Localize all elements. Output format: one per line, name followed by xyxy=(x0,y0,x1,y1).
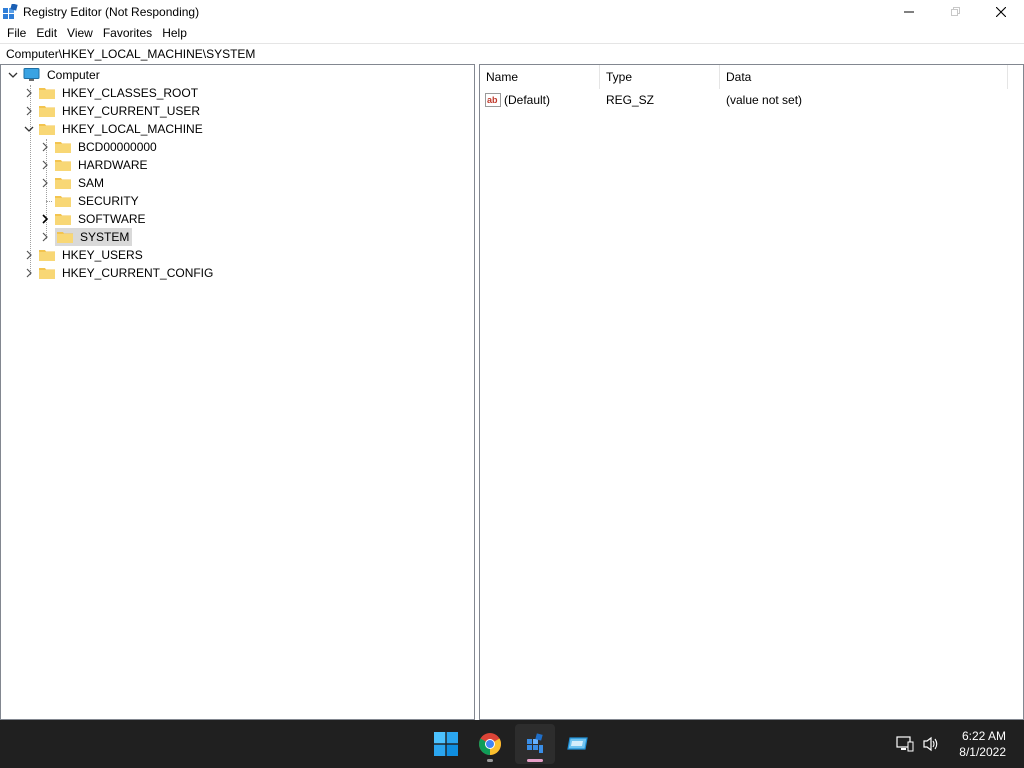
folder-icon xyxy=(55,159,71,171)
tree-item-sam[interactable]: SAM xyxy=(39,174,106,192)
system-tray xyxy=(896,720,940,768)
value-data: (value not set) xyxy=(726,93,803,107)
menu-edit[interactable]: Edit xyxy=(31,23,62,43)
svg-text:ab: ab xyxy=(487,95,498,105)
chevron-down-icon[interactable] xyxy=(7,69,19,81)
regedit-icon xyxy=(2,2,18,20)
menu-bar: File Edit View Favorites Help xyxy=(0,23,1024,43)
tree-item-security[interactable]: SECURITY xyxy=(39,192,141,210)
maximize-button[interactable] xyxy=(932,0,978,23)
value-name: (Default) xyxy=(504,93,551,107)
clock-time: 6:22 AM xyxy=(961,729,1006,743)
tree-pane[interactable]: Computer HKEY_CLASSES_ROOT HKEY_CURRENT_… xyxy=(0,64,475,720)
running-indicator xyxy=(487,759,493,762)
title-bar[interactable]: Registry Editor (Not Responding) xyxy=(0,0,1024,23)
minimize-button[interactable] xyxy=(886,0,932,23)
taskbar-registry-editor[interactable] xyxy=(515,724,555,764)
tree-item-label: SECURITY xyxy=(78,194,139,208)
menu-view[interactable]: View xyxy=(62,23,98,43)
folder-icon xyxy=(55,177,71,189)
column-header: Name Type Data xyxy=(480,65,1023,89)
computer-icon xyxy=(23,68,40,82)
tree-item-hkey-local-machine[interactable]: HKEY_LOCAL_MACHINE xyxy=(23,120,205,138)
folder-icon xyxy=(39,267,55,279)
tree-item-label: Computer xyxy=(47,68,100,82)
chevron-down-icon[interactable] xyxy=(23,123,35,135)
chevron-right-icon[interactable] xyxy=(39,231,51,243)
taskbar-remote-desktop[interactable] xyxy=(558,724,598,764)
column-header-data[interactable]: Data xyxy=(720,65,1008,89)
value-name-cell: ab (Default) xyxy=(480,93,600,107)
chevron-right-icon[interactable] xyxy=(23,105,35,117)
tree-item-label: HKEY_CURRENT_CONFIG xyxy=(62,266,214,280)
tree-item-software[interactable]: SOFTWARE xyxy=(39,210,148,228)
column-header-name[interactable]: Name xyxy=(480,65,600,89)
tree-item-label: HKEY_CLASSES_ROOT xyxy=(62,86,199,100)
tree-item-hkey-current-user[interactable]: HKEY_CURRENT_USER xyxy=(23,102,202,120)
clock-date: 8/1/2022 xyxy=(959,745,1006,759)
tree-item-label: BCD00000000 xyxy=(78,140,157,154)
chevron-right-icon[interactable] xyxy=(39,141,51,153)
tree-item-label: HKEY_CURRENT_USER xyxy=(62,104,201,118)
network-icon[interactable] xyxy=(896,736,914,752)
taskbar: 6:22 AM 8/1/2022 xyxy=(0,720,1024,768)
folder-icon xyxy=(39,249,55,261)
values-pane[interactable]: Name Type Data ab (Default) REG_SZ (valu… xyxy=(479,64,1024,720)
menu-file[interactable]: File xyxy=(2,23,31,43)
value-row[interactable]: ab (Default) REG_SZ (value not set) xyxy=(480,91,1008,109)
taskbar-chrome[interactable] xyxy=(470,724,510,764)
tree-item-label: HARDWARE xyxy=(78,158,148,172)
folder-icon xyxy=(57,231,73,243)
folder-icon xyxy=(55,213,71,225)
tree-item-label: SOFTWARE xyxy=(78,212,146,226)
regedit-icon xyxy=(527,733,543,753)
string-value-icon: ab xyxy=(485,93,501,107)
folder-icon xyxy=(55,141,71,153)
tree-item-label: SYSTEM xyxy=(80,230,130,244)
tree-item-label: HKEY_LOCAL_MACHINE xyxy=(62,122,203,136)
folder-icon xyxy=(55,195,71,207)
window-controls xyxy=(886,0,1024,23)
chevron-right-icon[interactable] xyxy=(39,213,51,225)
chevron-right-icon[interactable] xyxy=(23,267,35,279)
tree-item-label: SAM xyxy=(78,176,105,190)
folder-icon xyxy=(39,105,55,117)
windows-logo-icon xyxy=(434,732,458,756)
chevron-right-icon[interactable] xyxy=(39,177,51,189)
address-bar[interactable]: Computer\HKEY_LOCAL_MACHINE\SYSTEM xyxy=(0,43,1024,64)
tree-item-hkey-current-config[interactable]: HKEY_CURRENT_CONFIG xyxy=(23,264,215,282)
tree-item-system[interactable]: SYSTEM xyxy=(39,228,133,246)
tree-item-bcd00000000[interactable]: BCD00000000 xyxy=(39,138,159,156)
remote-desktop-icon xyxy=(567,737,588,750)
chevron-right-icon[interactable] xyxy=(23,249,35,261)
close-button[interactable] xyxy=(978,0,1024,23)
menu-favorites[interactable]: Favorites xyxy=(98,23,157,43)
tree-item-hkey-users[interactable]: HKEY_USERS xyxy=(23,246,145,264)
minimize-icon xyxy=(904,11,914,12)
chevron-right-icon[interactable] xyxy=(39,159,51,171)
tree-item-hardware[interactable]: HARDWARE xyxy=(39,156,150,174)
menu-help[interactable]: Help xyxy=(157,23,192,43)
folder-icon xyxy=(39,87,55,99)
window-title: Registry Editor (Not Responding) xyxy=(23,4,200,19)
tree-item-computer[interactable]: Computer xyxy=(7,66,102,84)
folder-open-icon xyxy=(39,123,55,135)
column-header-type[interactable]: Type xyxy=(600,65,720,89)
tree-item-label: HKEY_USERS xyxy=(62,248,143,262)
clock[interactable]: 6:22 AM 8/1/2022 xyxy=(959,728,1006,760)
active-indicator xyxy=(527,759,543,762)
close-icon xyxy=(996,6,1006,17)
tree-item-hkey-classes-root[interactable]: HKEY_CLASSES_ROOT xyxy=(23,84,200,102)
value-type: REG_SZ xyxy=(606,93,655,107)
start-button[interactable] xyxy=(426,724,466,764)
chevron-right-icon[interactable] xyxy=(23,87,35,99)
maximize-icon xyxy=(951,6,960,16)
chrome-icon xyxy=(479,733,501,755)
selection-highlight: SYSTEM xyxy=(55,228,133,246)
volume-icon[interactable] xyxy=(922,736,940,752)
